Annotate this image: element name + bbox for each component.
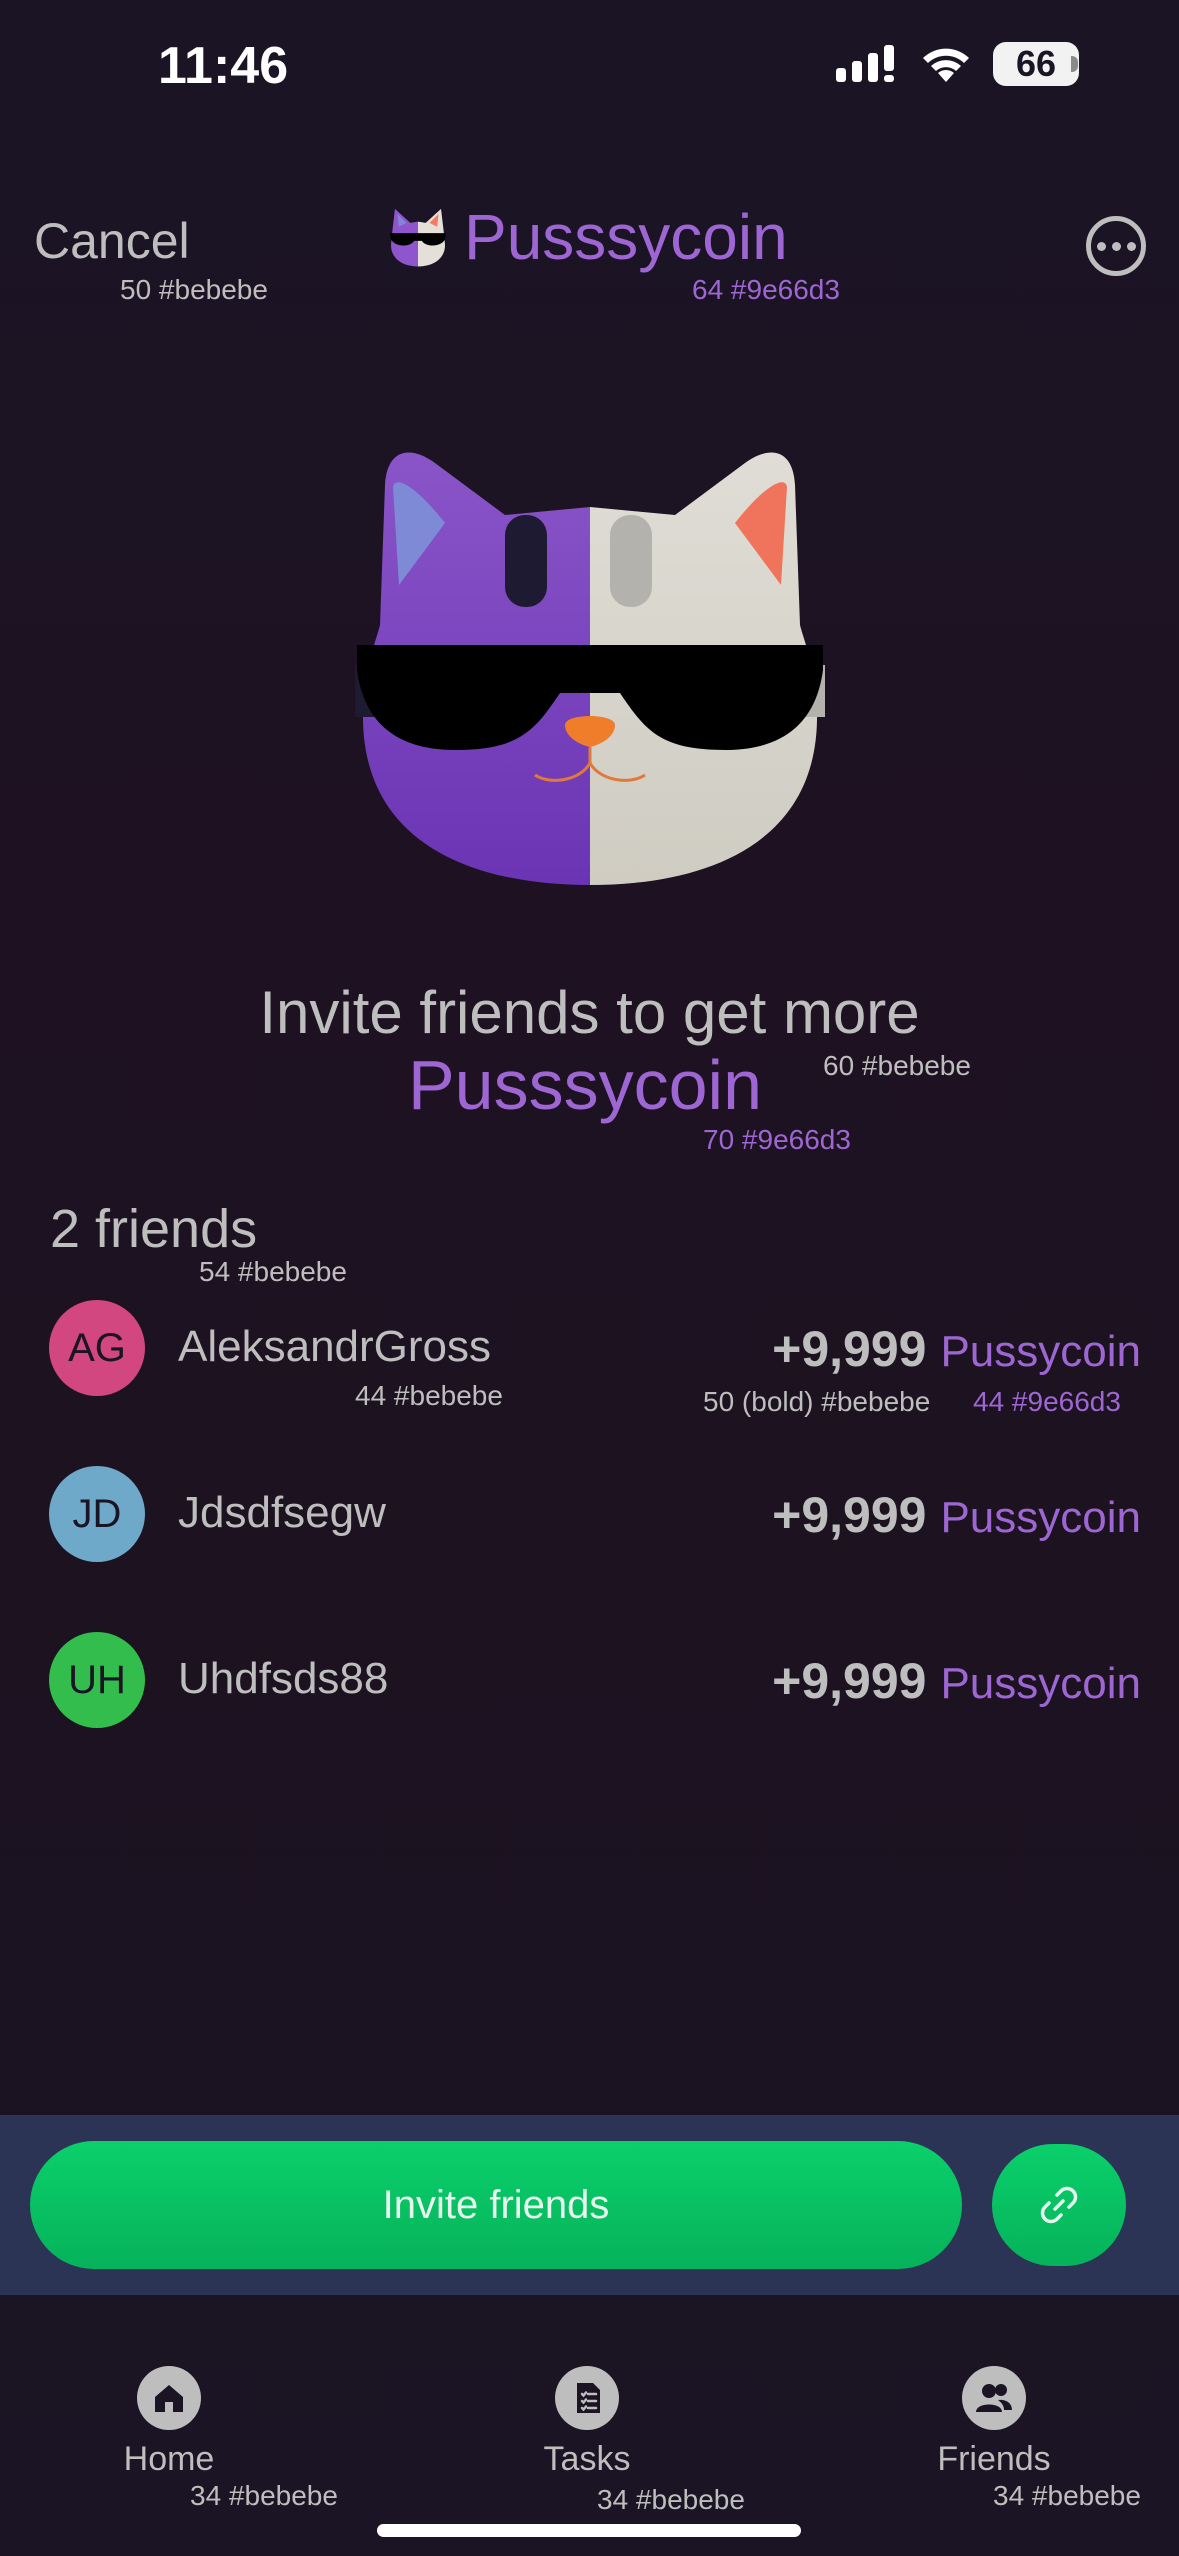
tab-friends-spec-label: 34 #bebebe [993,2480,1141,2511]
reward-coin: Pussycoin [940,1659,1141,1708]
name-spec-label: 44 #bebebe [355,1380,503,1411]
friend-row[interactable]: JD Jdsdfsegw +9,999 Pussycoin [0,1464,1179,1564]
pussycat-hero-icon [355,452,825,885]
invite-coin-spec-label: 70 #9e66d3 [703,1124,851,1155]
friends-icon [962,2366,1026,2430]
coin-spec-label: 44 #9e66d3 [973,1386,1121,1417]
friend-row[interactable]: AG AleksandrGross +9,999 Pussycoin 44 #b… [0,1298,1179,1417]
more-options-icon[interactable] [1086,216,1146,276]
wifi-icon [923,48,969,82]
status-time: 11:46 [158,37,289,95]
invite-friends-button[interactable]: Invite friends [30,2141,962,2269]
cellular-signal-icon [836,45,894,82]
reward-amount: +9,999 [772,1487,927,1543]
home-icon [137,2366,201,2430]
friend-row[interactable]: UH Uhdfsds88 +9,999 Pussycoin [0,1630,1179,1730]
friend-reward: +9,999 Pussycoin [772,1486,1141,1544]
home-indicator [377,2524,801,2537]
tab-tasks-spec-label: 34 #bebebe [597,2484,745,2515]
battery-indicator: 66 [993,42,1079,86]
avatar: UH [49,1632,145,1728]
pussycat-logo-icon [389,208,447,267]
title-spec-label: 64 #9e66d3 [692,274,840,305]
friend-name: Jdsdfsegw [178,1488,386,1537]
tab-friends[interactable]: Friends [864,2366,1124,2479]
cancel-spec-label: 50 #bebebe [120,274,268,305]
title-group: Pusssycoin [386,200,788,274]
tab-tasks-label: Tasks [543,2440,631,2478]
tab-home[interactable]: Home [39,2366,299,2479]
invite-coin-name: Pusssycoin [407,1046,763,1124]
reward-coin: Pussycoin [940,1327,1141,1376]
avatar: AG [49,1300,145,1396]
avatar: JD [49,1466,145,1562]
friend-name: AleksandrGross [178,1322,492,1371]
reward-amount: +9,999 [772,1653,927,1709]
page-title: Pusssycoin [464,201,788,273]
tab-tasks[interactable]: Tasks [457,2366,717,2479]
friends-count: 2 friends [50,1199,258,1259]
amount-spec-label: 50 (bold) #bebebe [703,1386,931,1417]
cancel-button[interactable]: Cancel [34,212,190,270]
tab-home-spec-label: 34 #bebebe [190,2480,338,2511]
copy-link-button[interactable] [992,2144,1126,2266]
friend-name: Uhdfsds88 [178,1654,389,1703]
friend-reward: +9,999 Pussycoin [772,1320,1141,1378]
tab-home-label: Home [123,2440,215,2478]
link-icon [1040,2186,1078,2224]
friends-count-spec-label: 54 #bebebe [199,1256,347,1287]
tasks-icon [555,2366,619,2430]
friend-reward: +9,999 Pussycoin [772,1652,1141,1710]
invite-headline: Invite friends to get more [259,979,920,1046]
reward-coin: Pussycoin [940,1493,1141,1542]
reward-amount: +9,999 [772,1321,927,1377]
invite-spec-label: 60 #bebebe [823,1050,971,1081]
tab-friends-label: Friends [937,2440,1051,2478]
